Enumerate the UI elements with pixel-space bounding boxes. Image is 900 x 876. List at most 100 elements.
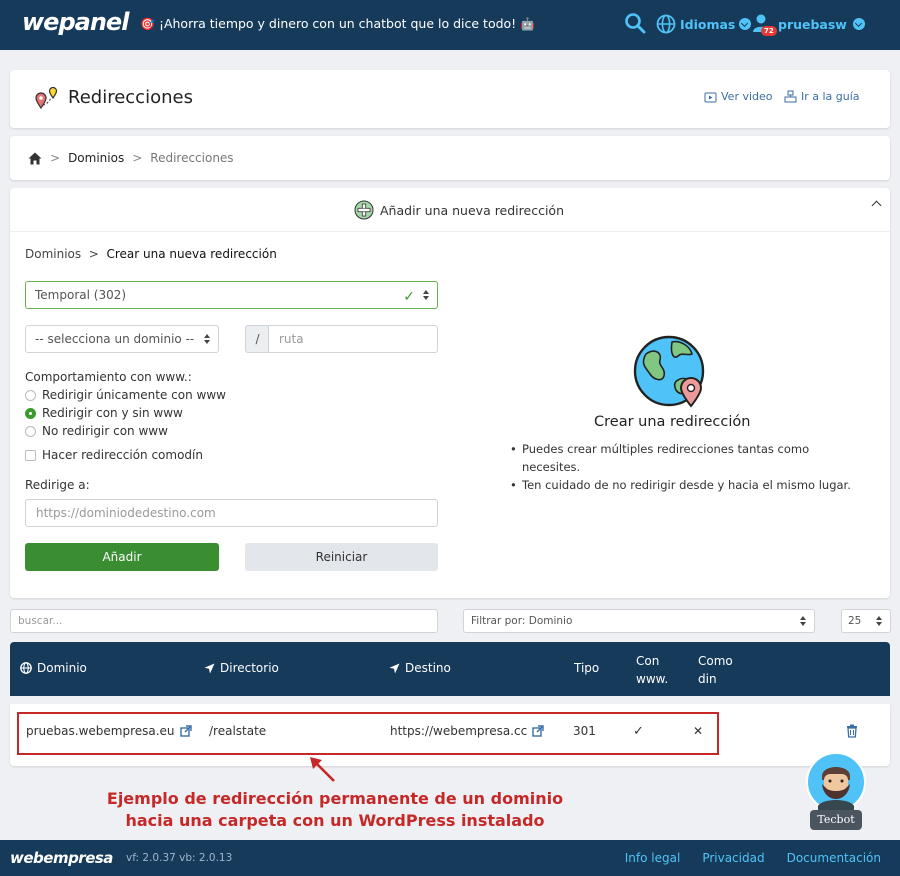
chevron-down-icon xyxy=(852,18,865,30)
footer-links: Info legal Privacidad Documentación xyxy=(625,851,881,865)
radio-label: No redirigir con www xyxy=(42,424,168,438)
filter-select-value: Filtrar por: Dominio xyxy=(471,615,573,627)
new-redirect-label: Añadir una nueva redirección xyxy=(380,202,565,218)
route-input[interactable]: ruta xyxy=(268,325,438,353)
radio-www-only[interactable]: Redirigir únicamente con www xyxy=(25,388,226,402)
guide-icon xyxy=(784,90,797,103)
top-bar: wepanel 🎯 ¡Ahorra tiempo y dinero con un… xyxy=(0,0,900,50)
domain-select-value: -- selecciona un dominio -- xyxy=(35,332,195,346)
column-directory[interactable]: Directorio xyxy=(204,661,279,675)
annotation-arrow-icon xyxy=(310,757,335,782)
column-destination[interactable]: Destino xyxy=(389,661,451,675)
footer-link-privacy[interactable]: Privacidad xyxy=(702,851,764,865)
new-redirect-panel: Añadir una nueva redirección Dominios > … xyxy=(10,188,890,598)
app-logo[interactable]: wepanel xyxy=(22,8,129,36)
search-input[interactable]: buscar... xyxy=(10,609,438,633)
search-icon[interactable] xyxy=(624,12,646,34)
reset-button[interactable]: Reiniciar xyxy=(245,543,438,571)
radio-button[interactable] xyxy=(25,389,36,401)
wildcard-checkbox[interactable]: Hacer redirección comodín xyxy=(25,448,203,462)
promo-text: ¡Ahorra tiempo y dinero con un chatbot q… xyxy=(158,16,517,31)
radio-button[interactable] xyxy=(25,425,36,437)
info-title: Crear una redirección xyxy=(594,414,751,430)
www-behavior-label: Comportamiento con www.: xyxy=(25,370,192,384)
version-info: vf: 2.0.37 vb: 2.0.13 xyxy=(126,852,233,864)
globe-pin-icon xyxy=(633,335,705,408)
wildcard-label: Hacer redirección comodín xyxy=(42,448,203,462)
promo-banner[interactable]: 🎯 ¡Ahorra tiempo y dinero con un chatbot… xyxy=(140,16,535,31)
per-page-select[interactable]: 25 xyxy=(841,609,891,633)
radio-button-selected[interactable] xyxy=(25,407,36,419)
home-icon[interactable] xyxy=(28,152,42,165)
column-wildcard[interactable]: Como din xyxy=(698,652,738,688)
chevron-up-icon[interactable] xyxy=(871,200,882,211)
filter-select[interactable]: Filtrar por: Dominio xyxy=(463,609,815,633)
footer-link-legal[interactable]: Info legal xyxy=(625,851,681,865)
breadcrumb-separator: > xyxy=(132,151,143,165)
guide-link[interactable]: Ir a la guía xyxy=(784,90,860,103)
globe-icon xyxy=(20,662,32,674)
radio-label: Redirigir únicamente con www xyxy=(42,388,226,402)
avatar: 72 xyxy=(752,13,777,36)
column-domain[interactable]: Dominio xyxy=(20,661,87,675)
info-list: Puedes crear múltiples redirecciones tan… xyxy=(508,440,868,494)
robot-icon: 🤖 xyxy=(520,17,536,31)
path-prefix: / xyxy=(245,325,269,353)
breadcrumb: > Dominios > Redirecciones xyxy=(10,136,890,180)
redirect-type-value: Temporal (302) xyxy=(35,288,127,302)
breadcrumb-item-dominios[interactable]: Dominios xyxy=(68,151,124,165)
form-path-root: Dominios xyxy=(25,247,82,261)
column-type[interactable]: Tipo xyxy=(574,661,599,675)
check-icon: ✓ xyxy=(403,289,415,305)
redirect-type-select[interactable]: Temporal (302) ✓ xyxy=(25,281,438,309)
checkbox[interactable] xyxy=(25,449,36,461)
info-bullet: Puedes crear múltiples redirecciones tan… xyxy=(508,440,868,476)
route-pin-icon xyxy=(35,86,58,110)
radio-label: Redirigir con y sin www xyxy=(42,406,183,420)
user-label: pruebasw xyxy=(778,16,847,32)
location-arrow-icon xyxy=(389,663,400,673)
video-icon xyxy=(704,92,717,102)
domain-select[interactable]: -- selecciona un dominio -- xyxy=(25,325,219,353)
form-path: Dominios > Crear una nueva redirección xyxy=(25,247,277,261)
column-with-www[interactable]: Con www. xyxy=(636,652,676,688)
destination-input[interactable]: https://dominiodedestino.com xyxy=(25,499,438,527)
breadcrumb-item-redirecciones: Redirecciones xyxy=(150,151,234,165)
footer: webempresa vf: 2.0.37 vb: 2.0.13 Info le… xyxy=(0,840,900,876)
table-header: Dominio Directorio Destino Tipo Con www.… xyxy=(10,642,890,696)
redirect-to-label: Redirige a: xyxy=(25,478,90,492)
select-arrows-icon xyxy=(204,334,210,344)
footer-link-docs[interactable]: Documentación xyxy=(787,851,881,865)
add-button[interactable]: Añadir xyxy=(25,543,219,571)
radio-no-www[interactable]: No redirigir con www xyxy=(25,424,168,438)
footer-logo[interactable]: webempresa xyxy=(10,849,113,867)
chevron-down-icon xyxy=(739,18,752,30)
user-menu[interactable]: 72 pruebasw xyxy=(752,13,865,36)
language-menu[interactable]: Idiomas xyxy=(656,14,752,34)
annotation-line-1: Ejemplo de redirección permanente de un … xyxy=(106,789,564,808)
trash-icon[interactable] xyxy=(846,724,858,738)
form-path-current: Crear una nueva redirección xyxy=(106,247,277,261)
annotation-text: Ejemplo de redirección permanente de un … xyxy=(90,788,580,832)
page-header: Redirecciones Ver video Ir a la guía xyxy=(10,70,890,128)
chatbot-avatar-icon[interactable] xyxy=(806,752,866,812)
globe-icon xyxy=(656,14,676,34)
radio-with-and-without-www[interactable]: Redirigir con y sin www xyxy=(25,406,183,420)
page-title: Redirecciones xyxy=(68,87,193,108)
breadcrumb-separator: > xyxy=(50,151,61,165)
notification-badge: 72 xyxy=(761,26,777,36)
select-arrows-icon xyxy=(800,616,806,626)
guide-link-label: Ir a la guía xyxy=(801,90,860,103)
add-circle-icon xyxy=(354,200,374,220)
new-redirect-toggle[interactable]: Añadir una nueva redirección xyxy=(10,188,890,232)
annotation-line-2: hacia una carpeta con un WordPress insta… xyxy=(125,811,545,830)
dart-icon: 🎯 xyxy=(140,17,155,31)
video-link[interactable]: Ver video xyxy=(704,90,773,103)
video-link-label: Ver video xyxy=(721,90,773,103)
chatbot-label[interactable]: Tecbot xyxy=(810,810,862,830)
info-bullet: Ten cuidado de no redirigir desde y haci… xyxy=(508,476,868,494)
select-arrows-icon xyxy=(876,616,882,626)
per-page-value: 25 xyxy=(848,615,862,627)
highlight-box xyxy=(17,712,719,755)
select-arrows-icon xyxy=(423,290,429,300)
